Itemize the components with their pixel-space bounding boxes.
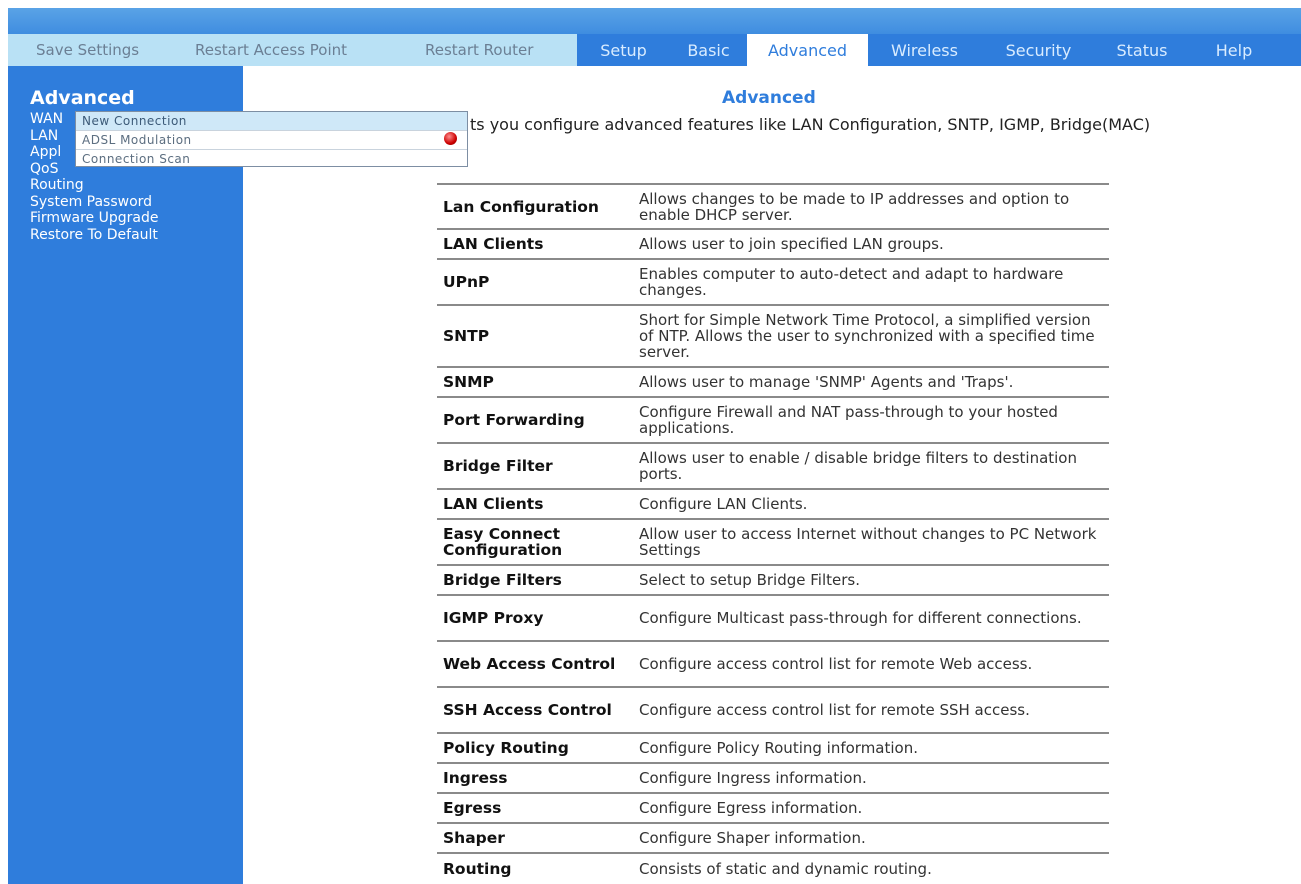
sidebar-item-qos[interactable]: QoS	[30, 161, 72, 178]
table-row: IGMP Proxy Configure Multicast pass-throu…	[437, 595, 1109, 641]
feature-name[interactable]: SNTP	[437, 305, 633, 367]
feature-name[interactable]: IGMP Proxy	[437, 595, 633, 641]
table-row: Lan Configuration Allows changes to be ma…	[437, 184, 1109, 229]
table-row: Ingress Configure Ingress information.	[437, 763, 1109, 793]
feature-description: Configure Multicast pass-through for dif…	[639, 609, 1082, 627]
feature-name[interactable]: Web Access Control	[437, 641, 633, 687]
tab-advanced[interactable]: Advanced	[747, 34, 868, 66]
table-row: Port Forwarding Configure Firewall and NA…	[437, 397, 1109, 443]
table-row: SNTP Short for Simple Network Time Protoc…	[437, 305, 1109, 367]
sidebar-item-wan[interactable]: WAN	[30, 111, 72, 128]
feature-description: Allows user to enable / disable bridge f…	[639, 449, 1077, 483]
table-row: Bridge Filter Allows user to enable / dis…	[437, 443, 1109, 489]
header-strip	[8, 8, 1301, 34]
table-row: LAN Clients Configure LAN Clients.	[437, 489, 1109, 519]
table-row: Egress Configure Egress information.	[437, 793, 1109, 823]
feature-name[interactable]: Egress	[437, 793, 633, 823]
tab-help[interactable]: Help	[1188, 34, 1280, 66]
table-row: UPnP Enables computer to auto-detect and …	[437, 259, 1109, 305]
feature-description: Configure Ingress information.	[639, 769, 867, 787]
submenu-connection-scan[interactable]: Connection Scan	[76, 150, 467, 168]
table-row: Easy Connect Configuration Allow user to …	[437, 519, 1109, 565]
main-tabs: Setup Basic Advanced Wireless Security S…	[577, 34, 1301, 66]
tab-setup[interactable]: Setup	[577, 34, 670, 66]
feature-description: Configure access control list for remote…	[639, 655, 1033, 673]
restart-access-point-link[interactable]: Restart Access Point	[173, 34, 397, 66]
feature-description: Configure Egress information.	[639, 799, 863, 817]
feature-description: Allows user to join specified LAN groups…	[639, 235, 944, 253]
feature-description: Configure Firewall and NAT pass-through …	[639, 403, 1058, 437]
table-row: Policy Routing Configure Policy Routing i…	[437, 733, 1109, 763]
feature-description: Enables computer to auto-detect and adap…	[639, 265, 1064, 299]
table-row: Routing Consists of static and dynamic ro…	[437, 853, 1109, 883]
feature-description: Allows changes to be made to IP addresse…	[639, 189, 1070, 224]
feature-name[interactable]: UPnP	[437, 259, 633, 305]
table-row: Web Access Control Configure access contr…	[437, 641, 1109, 687]
sidebar-item-firmware-upgrade[interactable]: Firmware Upgrade	[30, 210, 158, 227]
feature-name[interactable]: LAN Clients	[437, 489, 633, 519]
feature-name[interactable]: Lan Configuration	[437, 184, 633, 229]
page-intro: ts you configure advanced features like …	[470, 115, 1151, 134]
feature-description: Configure LAN Clients.	[639, 495, 808, 513]
save-settings-link[interactable]: Save Settings	[8, 34, 173, 66]
features-table: Lan Configuration Allows changes to be ma…	[437, 183, 1109, 883]
sidebar: Advanced WAN LAN Appl QoS Routing System…	[8, 66, 243, 884]
feature-name[interactable]: Routing	[437, 853, 633, 883]
sidebar-title: Advanced	[30, 87, 135, 109]
feature-name[interactable]: Policy Routing	[437, 733, 633, 763]
sidebar-item-routing[interactable]: Routing	[30, 177, 158, 194]
tab-security[interactable]: Security	[981, 34, 1096, 66]
feature-description: Short for Simple Network Time Protocol, …	[639, 311, 1095, 361]
tab-wireless[interactable]: Wireless	[868, 34, 981, 66]
feature-description: Configure access control list for remote…	[639, 701, 1030, 719]
table-row: SSH Access Control Configure access contr…	[437, 687, 1109, 733]
feature-name[interactable]: SNMP	[437, 367, 633, 397]
feature-name[interactable]: LAN Clients	[437, 229, 633, 259]
table-row: SNMP Allows user to manage 'SNMP' Agents …	[437, 367, 1109, 397]
feature-description: Select to setup Bridge Filters.	[639, 571, 860, 589]
top-navigation: Save Settings Restart Access Point Resta…	[8, 34, 1301, 66]
feature-name[interactable]: Shaper	[437, 823, 633, 853]
table-row: Shaper Configure Shaper information.	[437, 823, 1109, 853]
red-dot-icon	[444, 132, 457, 145]
sidebar-item-system-password[interactable]: System Password	[30, 194, 158, 211]
feature-name[interactable]: Bridge Filters	[437, 565, 633, 595]
table-row: LAN Clients Allows user to join specified…	[437, 229, 1109, 259]
page-title: Advanced	[722, 88, 816, 108]
feature-name[interactable]: Ingress	[437, 763, 633, 793]
feature-name[interactable]: Port Forwarding	[437, 397, 633, 443]
feature-description: Configure Shaper information.	[639, 829, 866, 847]
submenu-adsl-modulation[interactable]: ADSL Modulation	[76, 131, 467, 150]
feature-description: Consists of static and dynamic routing.	[639, 859, 932, 878]
feature-name[interactable]: Easy Connect Configuration	[437, 519, 633, 565]
restart-router-link[interactable]: Restart Router	[397, 34, 577, 66]
sidebar-item-applications[interactable]: Appl	[30, 144, 72, 161]
wan-submenu-popup: New Connection ADSL Modulation Connectio…	[75, 111, 468, 167]
table-row: Bridge Filters Select to setup Bridge Fil…	[437, 565, 1109, 595]
submenu-new-connection[interactable]: New Connection	[76, 112, 467, 131]
tab-basic[interactable]: Basic	[670, 34, 747, 66]
feature-name[interactable]: Bridge Filter	[437, 443, 633, 489]
sidebar-item-restore-default[interactable]: Restore To Default	[30, 227, 158, 244]
feature-description: Allows user to manage 'SNMP' Agents and …	[639, 373, 1014, 391]
sidebar-item-lan[interactable]: LAN	[30, 128, 72, 145]
tab-status[interactable]: Status	[1096, 34, 1188, 66]
feature-description: Configure Policy Routing information.	[639, 739, 919, 757]
feature-description: Allow user to access Internet without ch…	[639, 525, 1097, 559]
feature-name[interactable]: SSH Access Control	[437, 687, 633, 733]
